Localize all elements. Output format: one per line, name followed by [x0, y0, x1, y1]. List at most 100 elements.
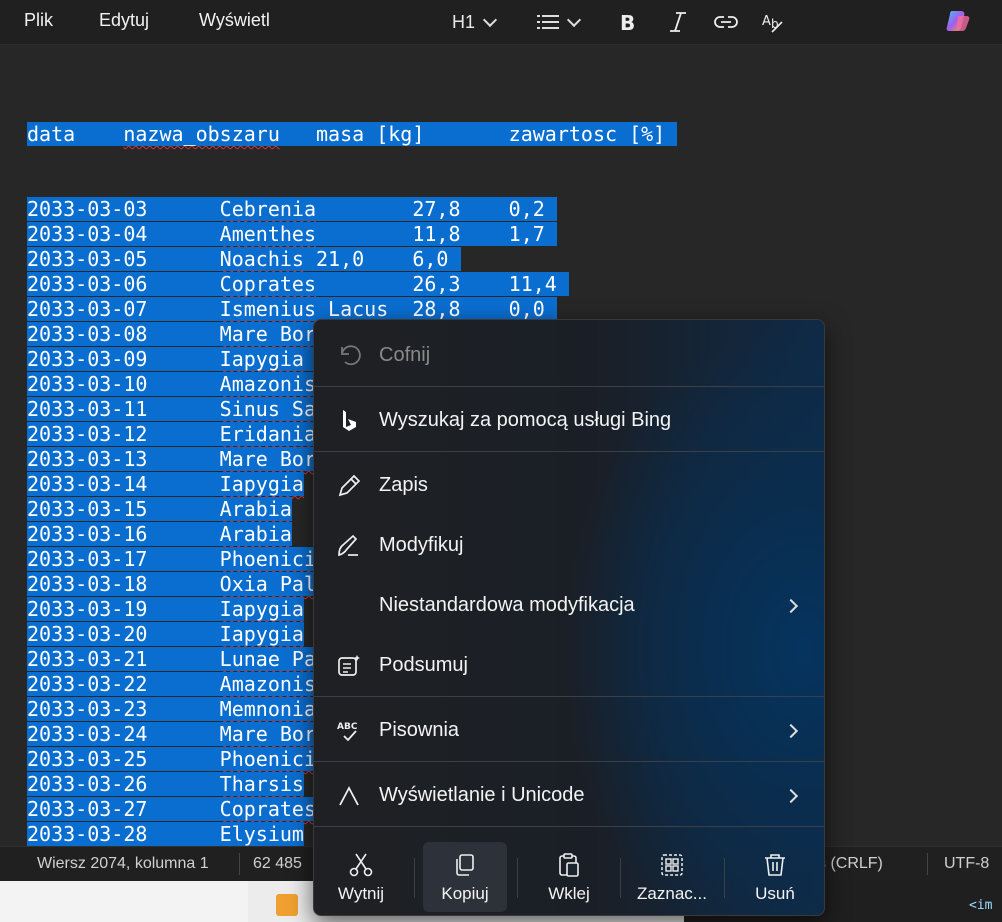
cell-date: 2033-03-22	[27, 672, 148, 696]
menu-item-write[interactable]: Zapis	[314, 455, 824, 515]
line-ending[interactable]: s (CRLF)	[818, 855, 883, 873]
menu-item-spelling[interactable]: ABC Pisownia	[314, 700, 824, 760]
chevron-down-icon	[566, 12, 582, 28]
header-col-mass-content: masa [kg] zawartosc [%]	[279, 122, 678, 146]
menu-edit[interactable]: Edytuj	[99, 10, 149, 31]
cell-area-name: Amazonis	[219, 672, 316, 696]
cell-values: 26,3 11,4	[316, 272, 569, 296]
heading-dropdown[interactable]: H1	[452, 8, 498, 36]
cell-area-name: Eridania	[219, 422, 316, 446]
cell-area-name: Phoenici	[219, 547, 316, 571]
context-action-bar: Wytnij Kopiuj Wklej Zaznac... Usuń	[314, 828, 824, 915]
trash-icon	[765, 854, 785, 876]
chevron-right-icon	[783, 788, 799, 804]
list-dropdown[interactable]	[537, 8, 582, 36]
cell-area-name: Lunae Pa	[219, 647, 316, 671]
cell-date: 2033-03-07	[27, 297, 148, 321]
select-all-button[interactable]: Zaznac...	[630, 842, 714, 912]
data-line: 2033-03-04 Amenthes 11,8 1,7	[27, 222, 677, 247]
cell-area-name: Amazonis	[219, 372, 316, 396]
header-col-area: nazwa_obszaru	[123, 122, 280, 146]
cell-date: 2033-03-05	[27, 247, 148, 271]
bold-button[interactable]: B	[618, 8, 638, 36]
select-all-icon	[661, 854, 683, 876]
encoding[interactable]: UTF-8	[944, 855, 989, 873]
code-snippet: <im	[969, 898, 993, 913]
heading-label: H1	[452, 11, 476, 32]
cut-button[interactable]: Wytnij	[319, 842, 403, 912]
menu-item-custom-modify[interactable]: Niestandardowa modyfikacja	[314, 575, 824, 635]
menu-view[interactable]: Wyświetl	[199, 10, 270, 31]
background-window-left	[0, 880, 248, 922]
menu-bar: Plik Edytuj Wyświetl H1 B Ab	[0, 0, 1002, 45]
cell-area-name: Phoenici	[219, 747, 316, 771]
cell-date: 2033-03-16	[27, 522, 148, 546]
cell-date: 2033-03-17	[27, 547, 148, 571]
link-button[interactable]	[714, 8, 738, 36]
cell-area-name: Oxia Pal	[219, 572, 316, 596]
chevron-right-icon	[783, 598, 799, 614]
cell-date: 2033-03-15	[27, 497, 148, 521]
cut-label: Wytnij	[337, 884, 385, 903]
clear-format-button[interactable]: Ab	[762, 8, 786, 36]
cell-area-name: Coprates	[219, 272, 316, 296]
cell-date: 2033-03-26	[27, 772, 148, 796]
menu-item-label: Zapis	[379, 474, 428, 496]
cell-date: 2033-03-23	[27, 697, 148, 721]
menu-item-label: Wyświetlanie i Unicode	[379, 784, 585, 806]
app-icon	[276, 894, 298, 916]
cell-date: 2033-03-21	[27, 647, 148, 671]
data-line: 2033-03-05 Noachis 21,0 6,0	[27, 247, 677, 272]
data-line: 2033-03-06 Coprates 26,3 11,4	[27, 272, 677, 297]
cell-values: 27,8 0,2	[316, 197, 557, 221]
cell-area-name: Elysium	[219, 822, 304, 846]
italic-button[interactable]	[668, 8, 688, 36]
paste-button[interactable]: Wklej	[527, 842, 611, 912]
summarize-icon	[338, 655, 360, 676]
select-all-label: Zaznac...	[637, 884, 707, 903]
italic-icon	[670, 12, 686, 32]
undo-icon	[341, 345, 361, 366]
cell-date: 2033-03-20	[27, 622, 148, 646]
menu-item-summarize[interactable]: Podsumuj	[314, 635, 824, 695]
bing-icon	[343, 410, 356, 431]
cursor-position: Wiersz 2074, kolumna 1	[37, 855, 209, 872]
cell-date: 2033-03-09	[27, 347, 148, 371]
unicode-caret-icon	[339, 786, 359, 806]
cell-date: 2033-03-24	[27, 722, 148, 746]
chevron-right-icon	[783, 723, 799, 739]
copy-button[interactable]: Kopiuj	[423, 842, 507, 912]
copy-icon	[456, 854, 474, 876]
menu-item-undo[interactable]: Cofnij	[314, 325, 824, 385]
menu-file[interactable]: Plik	[24, 10, 53, 31]
list-icon	[537, 15, 559, 29]
delete-button[interactable]: Usuń	[733, 842, 817, 912]
spellcheck-icon: ABC	[337, 722, 358, 742]
cell-date: 2033-03-08	[27, 322, 148, 346]
chevron-down-icon	[482, 12, 498, 28]
data-line: 2033-03-03 Cebrenia 27,8 0,2	[27, 197, 677, 222]
cell-date: 2033-03-03	[27, 197, 148, 221]
cell-date: 2033-03-13	[27, 447, 148, 471]
cell-area-name: Mare Bor	[219, 722, 316, 746]
cell-area-name: Ismenius Lacus	[219, 297, 389, 321]
cell-area-name: Mare Bor	[219, 447, 316, 471]
menu-item-label: Niestandardowa modyfikacja	[379, 594, 635, 616]
cell-area-name: Iapygia	[219, 347, 304, 371]
menu-item-label: Modyfikuj	[379, 534, 464, 556]
cell-area-name: Coprates	[219, 797, 316, 821]
edit-pencil-icon	[338, 534, 358, 557]
menu-item-modify[interactable]: Modyfikuj	[314, 515, 824, 575]
menu-item-label: Cofnij	[379, 344, 431, 366]
header-line: data nazwa_obszaru masa [kg] zawartosc […	[27, 122, 678, 147]
copilot-icon[interactable]	[946, 8, 972, 34]
menu-item-unicode[interactable]: Wyświetlanie i Unicode	[314, 765, 824, 825]
cell-values: 11,8 1,7	[316, 222, 557, 246]
menu-item-bing-search[interactable]: Wyszukaj za pomocą usługi Bing	[314, 390, 824, 450]
cell-date: 2033-03-25	[27, 747, 148, 771]
cell-area-name: Cebrenia	[219, 197, 316, 221]
svg-text:ABC: ABC	[337, 722, 358, 732]
cell-date: 2033-03-18	[27, 572, 148, 596]
delete-label: Usuń	[755, 884, 795, 903]
cell-area-name: Arabia	[219, 522, 292, 546]
